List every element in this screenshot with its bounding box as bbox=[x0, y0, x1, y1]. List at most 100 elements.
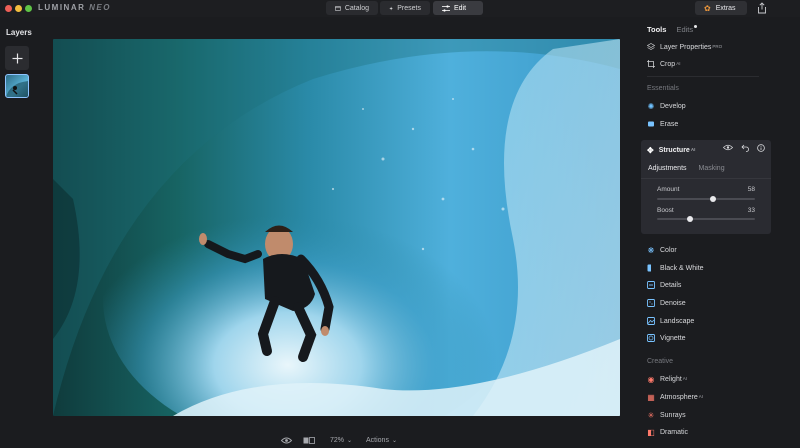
erase-item[interactable]: Erase bbox=[641, 116, 759, 132]
layer-thumbnail[interactable] bbox=[5, 74, 29, 98]
app-logo: LUMINAR NEO bbox=[38, 3, 111, 12]
share-icon[interactable] bbox=[756, 2, 768, 14]
tab-edits[interactable]: Edits bbox=[676, 25, 698, 34]
vignette-icon bbox=[647, 334, 655, 342]
structure-tool-card: ✥ StructureAI Adjustments Masking Amount… bbox=[641, 140, 771, 234]
tab-masking[interactable]: Masking bbox=[699, 165, 725, 172]
amount-value: 58 bbox=[747, 186, 755, 193]
essentials-section-title: Essentials bbox=[647, 85, 679, 92]
edit-tab-button[interactable]: Edit bbox=[433, 1, 483, 15]
tab-adjustments[interactable]: Adjustments bbox=[648, 165, 687, 172]
actions-label: Actions bbox=[366, 436, 389, 444]
eye-icon bbox=[281, 437, 292, 443]
details-icon bbox=[647, 281, 655, 289]
amount-slider[interactable] bbox=[657, 196, 755, 202]
black-white-label: Black & White bbox=[660, 264, 704, 272]
crop-label: Crop bbox=[660, 60, 676, 68]
close-window-button[interactable] bbox=[5, 5, 12, 12]
boost-label: Boost bbox=[657, 207, 674, 214]
ai-badge: AI bbox=[690, 146, 696, 152]
extras-button[interactable]: ✿ Extras bbox=[695, 1, 747, 15]
edit-icon bbox=[442, 4, 450, 12]
zoom-window-button[interactable] bbox=[25, 5, 32, 12]
relight-label: Relight bbox=[660, 375, 682, 383]
structure-title: Structure bbox=[658, 146, 690, 154]
info-icon[interactable] bbox=[757, 144, 765, 152]
compare-icon bbox=[303, 436, 315, 444]
color-item[interactable]: ❋ Color bbox=[641, 242, 759, 258]
layer-properties-label: Layer Properties bbox=[660, 43, 712, 51]
boost-slider-handle[interactable] bbox=[687, 216, 694, 222]
zoom-level: 72% bbox=[330, 436, 345, 444]
eraser-icon bbox=[647, 120, 655, 128]
denoise-icon bbox=[647, 299, 655, 307]
color-palette-icon: ❋ bbox=[647, 245, 655, 255]
extras-icon: ✿ bbox=[704, 3, 711, 13]
landscape-label: Landscape bbox=[660, 317, 695, 325]
actions-dropdown[interactable]: Actions ⌄ bbox=[366, 434, 397, 446]
denoise-item[interactable]: Denoise bbox=[641, 295, 759, 311]
vignette-label: Vignette bbox=[660, 334, 686, 342]
boost-value: 33 bbox=[747, 207, 755, 214]
dramatic-icon: ◧ bbox=[647, 427, 655, 437]
pro-badge: PRO bbox=[712, 43, 723, 49]
ai-badge: AI bbox=[698, 393, 704, 399]
tools-panel: Tools Edits Layer PropertiesPRO CropAI E… bbox=[641, 18, 771, 448]
edits-indicator-dot bbox=[694, 25, 698, 28]
vignette-item[interactable]: Vignette bbox=[641, 330, 759, 346]
preview-toggle-button[interactable] bbox=[281, 434, 292, 446]
extras-label: Extras bbox=[715, 4, 736, 12]
chevron-down-icon: ⌄ bbox=[347, 437, 353, 444]
relight-item[interactable]: ◉ RelightAI bbox=[641, 371, 759, 387]
layer-properties-item[interactable]: Layer PropertiesPRO bbox=[641, 39, 759, 55]
presets-label: Presets bbox=[397, 4, 421, 12]
color-label: Color bbox=[660, 246, 677, 254]
denoise-label: Denoise bbox=[660, 299, 686, 307]
catalog-icon bbox=[335, 5, 341, 11]
sunrays-item[interactable]: ✳ Sunrays bbox=[641, 407, 759, 423]
atmosphere-label: Atmosphere bbox=[660, 393, 698, 401]
layers-title: Layers bbox=[6, 28, 32, 37]
atmosphere-icon: ▦ bbox=[647, 392, 655, 402]
catalog-tab-button[interactable]: Catalog bbox=[326, 1, 378, 15]
photo-canvas[interactable] bbox=[53, 39, 620, 416]
dramatic-item[interactable]: ◧ Dramatic bbox=[641, 424, 759, 440]
ai-badge: AI bbox=[682, 375, 688, 381]
develop-label: Develop bbox=[660, 102, 686, 110]
edit-label: Edit bbox=[454, 4, 467, 12]
minimize-window-button[interactable] bbox=[15, 5, 22, 12]
structure-icon: ✥ bbox=[647, 145, 654, 155]
develop-item[interactable]: ✺ Develop bbox=[641, 98, 759, 114]
amount-label: Amount bbox=[657, 186, 680, 193]
relight-icon: ◉ bbox=[647, 374, 655, 384]
dramatic-label: Dramatic bbox=[660, 428, 689, 436]
top-bar: LUMINAR NEO Catalog Presets Edit ✿ Extra… bbox=[0, 0, 800, 17]
presets-tab-button[interactable]: Presets bbox=[380, 1, 430, 15]
catalog-label: Catalog bbox=[344, 4, 369, 12]
sunrays-label: Sunrays bbox=[660, 411, 686, 419]
boost-slider[interactable] bbox=[657, 216, 755, 222]
atmosphere-item[interactable]: ▦ AtmosphereAI bbox=[641, 389, 759, 405]
sun-icon: ✺ bbox=[647, 101, 655, 111]
tab-tools[interactable]: Tools bbox=[647, 25, 666, 34]
black-white-icon bbox=[647, 264, 655, 272]
details-item[interactable]: Details bbox=[641, 277, 759, 293]
crop-item[interactable]: CropAI bbox=[641, 56, 759, 72]
sunrays-icon: ✳ bbox=[647, 410, 655, 420]
amount-slider-handle[interactable] bbox=[710, 196, 717, 202]
chevron-down-icon: ⌄ bbox=[391, 437, 397, 444]
zoom-dropdown[interactable]: 72% ⌄ bbox=[330, 434, 352, 446]
layers-stack-icon bbox=[647, 43, 655, 51]
divider bbox=[647, 76, 759, 77]
eye-icon[interactable] bbox=[723, 144, 733, 151]
landscape-item[interactable]: Landscape bbox=[641, 313, 759, 329]
add-layer-button[interactable] bbox=[5, 46, 29, 70]
crop-icon bbox=[647, 60, 655, 68]
divider bbox=[641, 178, 771, 179]
black-white-item[interactable]: Black & White bbox=[641, 260, 759, 276]
compare-view-button[interactable] bbox=[303, 434, 315, 446]
undo-icon[interactable] bbox=[741, 144, 749, 152]
ai-badge: AI bbox=[676, 60, 681, 66]
erase-label: Erase bbox=[660, 120, 679, 128]
presets-icon bbox=[389, 6, 393, 10]
